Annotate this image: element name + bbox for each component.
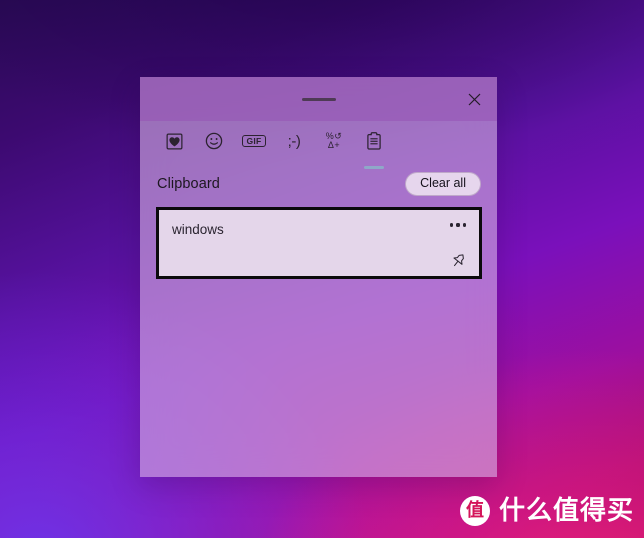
- dot: [462, 223, 466, 227]
- kaomoji-icon: ;-): [288, 129, 301, 153]
- clipboard-item-text: windows: [172, 222, 224, 237]
- tab-stickers[interactable]: [154, 127, 194, 163]
- pin-icon: [452, 253, 464, 266]
- symbols-bottom-label: Δ+: [327, 140, 341, 150]
- drag-handle[interactable]: [301, 98, 336, 101]
- symbols-icon: %↺ Δ+: [326, 129, 343, 153]
- more-options-button[interactable]: [445, 214, 471, 236]
- kaomoji-label: ;-): [287, 132, 301, 150]
- watermark-text: 什么值得买: [498, 496, 634, 526]
- tab-emoji[interactable]: [194, 127, 234, 163]
- watermark: 值 什么值得买: [459, 496, 634, 526]
- tab-kaomoji[interactable]: ;-): [274, 127, 314, 163]
- desktop-wallpaper: GIF ;-) %↺ Δ+ Clipboard Clear all window…: [0, 0, 644, 538]
- sticker-heart-icon: [166, 129, 183, 153]
- tab-clipboard[interactable]: [354, 127, 394, 169]
- tab-gif[interactable]: GIF: [234, 127, 274, 163]
- clipboard-icon: [366, 129, 382, 153]
- tab-strip: GIF ;-) %↺ Δ+: [140, 121, 497, 169]
- clear-all-button[interactable]: Clear all: [405, 171, 481, 197]
- watermark-badge-icon: 值: [459, 496, 490, 526]
- watermark-badge-char: 值: [465, 500, 484, 521]
- dot: [450, 223, 454, 227]
- close-button[interactable]: [451, 77, 497, 121]
- section-header: Clipboard Clear all: [140, 163, 497, 197]
- emoji-smiley-icon: [205, 129, 223, 153]
- clipboard-item[interactable]: windows: [156, 207, 482, 279]
- page-title: Clipboard: [157, 176, 220, 192]
- clipboard-list: windows: [140, 197, 497, 279]
- panel-titlebar[interactable]: [140, 77, 497, 121]
- close-icon: [468, 93, 480, 105]
- gif-icon: GIF: [242, 129, 266, 153]
- clipboard-panel: GIF ;-) %↺ Δ+ Clipboard Clear all window…: [140, 77, 497, 477]
- tab-symbols[interactable]: %↺ Δ+: [314, 127, 354, 163]
- tab-selected-indicator: [364, 166, 384, 169]
- dot: [456, 223, 460, 227]
- gif-label: GIF: [242, 134, 266, 148]
- pin-button[interactable]: [445, 248, 471, 272]
